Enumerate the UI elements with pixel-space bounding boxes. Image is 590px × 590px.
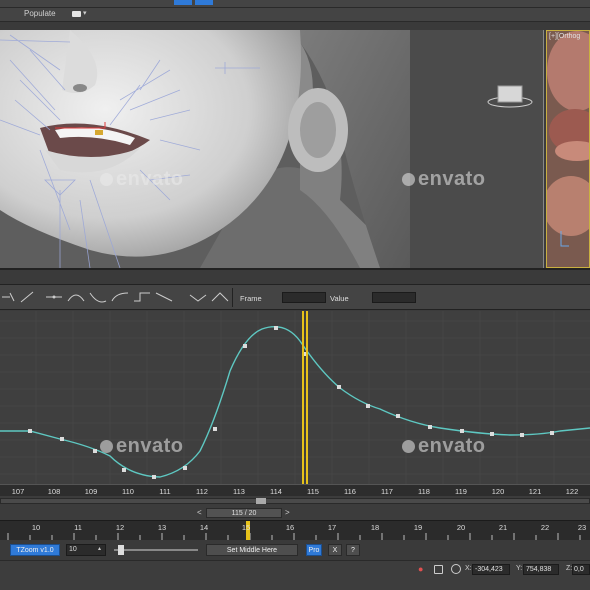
ruler-tick: 115: [307, 487, 319, 496]
timeline-tick-label: 11: [74, 523, 82, 532]
timeline-tick-label: 19: [413, 523, 423, 532]
value-field[interactable]: [372, 292, 416, 303]
timeline-tick-label: 14: [199, 523, 209, 532]
ruler-tick: 121: [528, 487, 542, 496]
frame-ruler: 107 108 109 110 111 112 113 114 115 116 …: [0, 484, 590, 496]
function-curve-graph[interactable]: envato envato: [0, 311, 590, 484]
camera-icon[interactable]: [72, 11, 81, 17]
value-label: Value: [330, 294, 349, 303]
prev-frame-button[interactable]: <: [197, 508, 202, 517]
curve-scrollbar[interactable]: [0, 498, 590, 504]
ribbon-spacer: [0, 22, 590, 30]
frame-label: Frame: [240, 294, 262, 303]
timeline-tick-label: 23: [577, 523, 587, 532]
timeline-tick-label: 22: [540, 523, 550, 532]
unify-tangents-icon[interactable]: [210, 289, 230, 305]
status-bar: ● X: -304,423 Y: 754,838 Z: 0,0: [0, 560, 590, 590]
toolbar-separator: [232, 288, 233, 307]
tangent-linear-icon[interactable]: [154, 289, 174, 305]
z-coordinate-field[interactable]: 0,0: [572, 564, 590, 575]
spinner-icon[interactable]: ▴: [98, 546, 104, 552]
populate-menu[interactable]: Populate: [24, 9, 56, 18]
toolbar-toggle-b[interactable]: [195, 0, 213, 5]
selection-mode-icon[interactable]: [451, 564, 461, 574]
timeline-tick-label: 13: [157, 523, 167, 532]
ruler-tick: 119: [455, 487, 467, 496]
tzoom-controls: TZoom v1.0 10 ▴ Set Middle Here Pro X ?: [0, 540, 590, 560]
ruler-tick: 109: [84, 487, 98, 496]
pin-icon[interactable]: ●: [418, 565, 425, 574]
timeline-tick-label: 18: [370, 523, 380, 532]
envato-watermark: envato: [402, 168, 485, 191]
y-coordinate-label: Y:: [516, 565, 523, 572]
time-slider-row: < 115 / 20 >: [0, 496, 590, 520]
close-x-button[interactable]: X: [328, 544, 342, 556]
next-frame-button[interactable]: >: [285, 508, 290, 517]
lock-icon[interactable]: [434, 565, 443, 574]
ruler-tick: 118: [418, 487, 430, 496]
face-texture-preview: [547, 31, 589, 267]
viewport-label[interactable]: [+][Orthog: [549, 33, 580, 40]
envato-watermark: envato: [100, 168, 183, 191]
ruler-tick: 117: [381, 487, 393, 496]
frame-readout[interactable]: 115 / 20: [206, 508, 282, 518]
timeline-tick-label: 12: [115, 523, 125, 532]
ruler-tick: 110: [122, 487, 134, 496]
panel-divider: [0, 268, 590, 284]
curve-editor-toolbar: Frame Value: [0, 284, 590, 310]
x-coordinate-field[interactable]: -304,423: [472, 564, 510, 575]
timeline-tick-label: 15: [241, 523, 251, 532]
ruler-tick: 111: [159, 487, 171, 496]
character-face-render: [0, 30, 543, 268]
x-coordinate-label: X:: [465, 565, 472, 572]
ruler-tick: 112: [196, 487, 208, 496]
tangent-spline-icon[interactable]: [66, 289, 86, 305]
chevron-down-icon[interactable]: ▾: [83, 9, 87, 17]
tangent-slow-icon[interactable]: [110, 289, 130, 305]
ruler-tick: 108: [47, 487, 61, 496]
set-middle-button[interactable]: Set Middle Here: [206, 544, 298, 556]
timeline-tick-label: 16: [285, 523, 295, 532]
timeline-tick-label: 17: [327, 523, 337, 532]
move-keys-icon[interactable]: [0, 289, 20, 305]
timeline[interactable]: 10 11 12 13 14 15 16 17 18 19 20 21 22 2…: [0, 520, 590, 541]
ruler-tick: 114: [270, 487, 282, 496]
timeline-tick-label: 20: [456, 523, 466, 532]
ruler-tick: 113: [233, 487, 245, 496]
envato-watermark: envato: [402, 435, 485, 458]
tangent-step-icon[interactable]: [132, 289, 152, 305]
break-tangents-icon[interactable]: [188, 289, 208, 305]
ruler-tick: 107: [11, 487, 25, 496]
ruler-tick: 120: [491, 487, 505, 496]
ribbon-row: Populate ▾: [0, 8, 590, 22]
zoom-slider-track[interactable]: [114, 549, 198, 551]
curve-plot: [0, 311, 590, 484]
orthographic-viewport[interactable]: [+][Orthog: [546, 30, 590, 268]
frame-field[interactable]: [282, 292, 326, 303]
envato-watermark: envato: [100, 435, 183, 458]
tangent-fast-icon[interactable]: [88, 289, 108, 305]
pro-button[interactable]: Pro: [306, 544, 322, 556]
toolbar-toggle-a[interactable]: [174, 0, 192, 5]
timeline-tick-label: 21: [498, 523, 508, 532]
time-marker-left: [302, 311, 304, 484]
perspective-viewport[interactable]: envato envato: [0, 30, 544, 268]
ruler-tick: 116: [344, 487, 356, 496]
timeline-tick-label: 10: [31, 523, 41, 532]
tangent-auto-icon[interactable]: [44, 289, 64, 305]
tzoom-button[interactable]: TZoom v1.0: [10, 544, 60, 556]
curve-scrollbar-thumb[interactable]: [256, 498, 266, 504]
top-toolbar: [0, 0, 590, 8]
ruler-tick: 122: [565, 487, 579, 496]
zoom-slider-thumb[interactable]: [118, 545, 124, 555]
draw-curve-icon[interactable]: [18, 289, 38, 305]
time-marker-right: [306, 311, 308, 484]
help-button[interactable]: ?: [346, 544, 360, 556]
y-coordinate-field[interactable]: 754,838: [523, 564, 559, 575]
